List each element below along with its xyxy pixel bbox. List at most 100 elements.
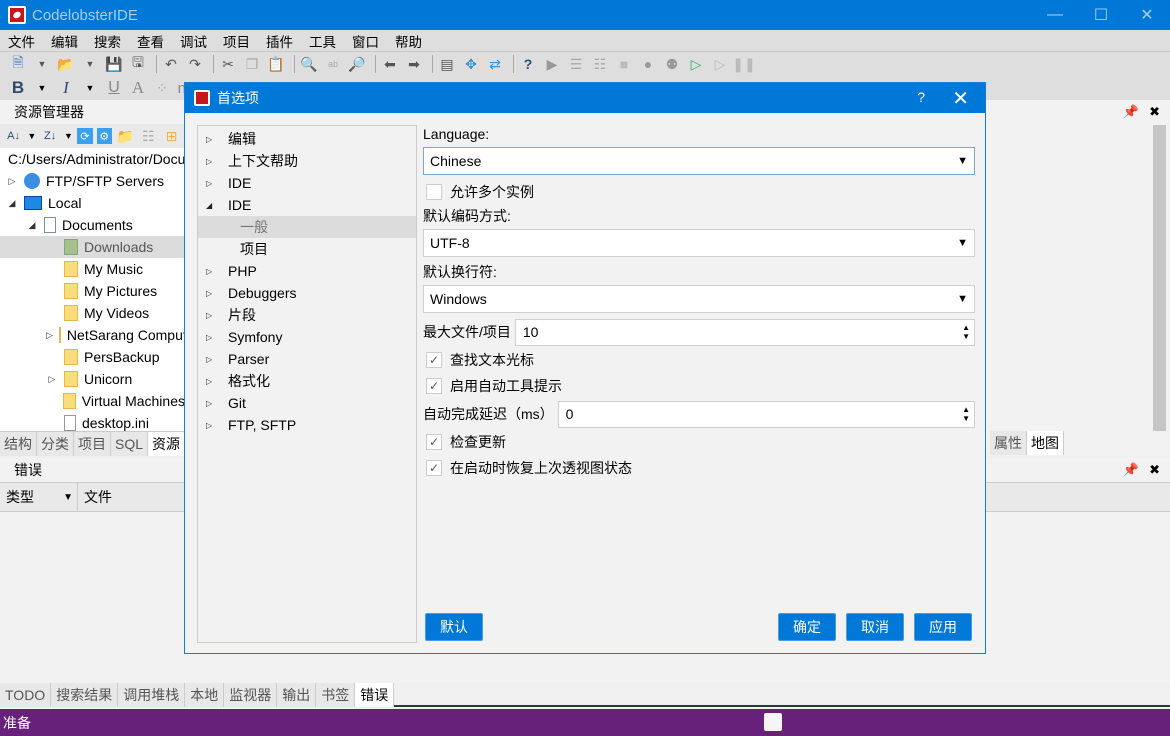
language-select[interactable]: Chinese ▼: [423, 147, 975, 175]
menu-item[interactable]: 编辑: [43, 31, 86, 51]
find-text-cursor-checkbox[interactable]: ✓ 查找文本光标: [423, 347, 975, 373]
nav-item[interactable]: ▷ FTP, SFTP: [198, 414, 416, 436]
tab[interactable]: 属性: [990, 431, 1027, 455]
checkmark-icon[interactable]: ✓: [426, 352, 442, 368]
nav-item[interactable]: ▷ Debuggers: [198, 282, 416, 304]
tree-item[interactable]: Downloads: [0, 236, 185, 258]
tab[interactable]: 监视器: [224, 683, 278, 707]
dropdown-arrow-icon[interactable]: ▼: [32, 79, 52, 97]
new-file-icon[interactable]: 🗎: [8, 54, 28, 73]
find-icon[interactable]: 🔍: [299, 55, 319, 73]
default-button[interactable]: 默认: [425, 613, 483, 641]
expand-arrow-icon[interactable]: ▷: [206, 289, 218, 298]
expand-arrow-icon[interactable]: ▷: [206, 157, 218, 166]
tab[interactable]: TODO: [0, 683, 52, 707]
allow-multiple-instances-checkbox[interactable]: 允许多个实例: [423, 179, 975, 205]
open-location-icon[interactable]: 📁: [116, 127, 135, 145]
cut-icon[interactable]: ✂: [218, 55, 238, 73]
menu-item[interactable]: 插件: [258, 31, 301, 51]
debug-continue-icon[interactable]: ▷: [710, 55, 730, 73]
expand-arrow-icon[interactable]: ▷: [206, 135, 218, 144]
tree-view-icon[interactable]: ⊞: [162, 127, 181, 145]
run-icon[interactable]: ▶: [542, 55, 562, 73]
spin-up-icon[interactable]: ▲: [962, 323, 970, 332]
autocomplete-delay-spinner[interactable]: 0 ▲ ▼: [557, 400, 975, 428]
menu-item[interactable]: 项目: [215, 31, 258, 51]
tree-item[interactable]: ▷ FTP/SFTP Servers: [0, 170, 185, 192]
paste-icon[interactable]: 📋: [266, 55, 286, 73]
back-icon[interactable]: ⬅: [380, 55, 400, 73]
restore-perspective-checkbox[interactable]: ✓ 在启动时恢复上次透视图状态: [423, 455, 975, 481]
stop-icon[interactable]: ■: [614, 55, 634, 73]
expand-arrow-icon[interactable]: ▷: [206, 355, 218, 364]
close-button[interactable]: ✕: [1124, 0, 1170, 30]
tree-item[interactable]: ◢ Documents: [0, 214, 185, 236]
minimize-button[interactable]: —: [1032, 0, 1078, 30]
dropdown-arrow-icon[interactable]: ▼: [27, 127, 37, 145]
dropdown-arrow-icon[interactable]: ▼: [64, 127, 74, 145]
expand-arrow-icon[interactable]: ▷: [6, 176, 18, 187]
tab[interactable]: 调用堆栈: [118, 683, 186, 707]
pin-icon[interactable]: 📌: [1123, 104, 1139, 120]
collapse-arrow-icon[interactable]: ◢: [26, 220, 38, 231]
find-in-files-icon[interactable]: 🔎: [347, 55, 367, 73]
encoding-select[interactable]: UTF-8 ▼: [423, 229, 975, 257]
tab[interactable]: 搜索结果: [51, 683, 119, 707]
sort-asc-icon[interactable]: A↓: [4, 127, 23, 145]
nav-item[interactable]: ▷ 上下文帮助: [198, 150, 416, 172]
settings-icon[interactable]: ⚙: [96, 128, 112, 144]
checkbox-icon[interactable]: [426, 184, 442, 200]
checkmark-icon[interactable]: ✓: [426, 434, 442, 450]
tab[interactable]: 本地: [185, 683, 225, 707]
dropdown-arrow-icon[interactable]: ▼: [80, 79, 100, 97]
tab[interactable]: 地图: [1027, 431, 1064, 455]
tree-item[interactable]: PersBackup: [0, 346, 185, 368]
menu-item[interactable]: 文件: [0, 31, 43, 51]
close-panel-icon[interactable]: ✖: [1149, 104, 1160, 120]
check-updates-checkbox[interactable]: ✓ 检查更新: [423, 429, 975, 455]
nav-item[interactable]: ◢ IDE: [198, 194, 416, 216]
menu-item[interactable]: 工具: [301, 31, 344, 51]
breakpoint-icon[interactable]: ●: [638, 55, 658, 73]
maximize-button[interactable]: ☐: [1078, 0, 1124, 30]
undo-icon[interactable]: ↶: [161, 55, 181, 73]
compare-icon[interactable]: ▤: [437, 55, 457, 73]
expand-arrow-icon[interactable]: ▷: [206, 421, 218, 430]
color-icon[interactable]: ⁘: [152, 79, 172, 97]
tab[interactable]: 书签: [316, 683, 356, 707]
replace-icon[interactable]: ab: [323, 55, 343, 73]
bold-icon[interactable]: B: [8, 78, 28, 97]
tab[interactable]: 输出: [277, 683, 317, 707]
refresh-icon[interactable]: ⟳: [77, 128, 93, 144]
collapse-arrow-icon[interactable]: ◢: [6, 198, 18, 209]
step-over-icon[interactable]: ☰: [566, 55, 586, 73]
help-icon[interactable]: ?: [518, 55, 538, 73]
expand-arrow-icon[interactable]: ▷: [206, 311, 218, 320]
filter-dropdown-icon[interactable]: ▼: [63, 492, 73, 503]
open-folder-icon[interactable]: 📂: [56, 55, 76, 73]
spin-down-icon[interactable]: ▼: [962, 414, 970, 423]
linebreak-select[interactable]: Windows ▼: [423, 285, 975, 313]
tree-item[interactable]: Virtual Machines: [0, 390, 185, 412]
dropdown-arrow-icon[interactable]: ▼: [32, 55, 52, 73]
column-type[interactable]: 类型 ▼: [0, 482, 78, 512]
redo-icon[interactable]: ↷: [185, 55, 205, 73]
tree-item[interactable]: My Videos: [0, 302, 185, 324]
close-panel-icon[interactable]: ✖: [1149, 462, 1160, 478]
expand-icon[interactable]: ✥: [461, 55, 481, 73]
font-icon[interactable]: A: [128, 78, 148, 97]
nav-item[interactable]: ▷ 编辑: [198, 128, 416, 150]
tab[interactable]: SQL: [111, 432, 149, 456]
collapse-arrow-icon[interactable]: ◢: [206, 201, 218, 210]
list-icon[interactable]: ☷: [139, 127, 158, 145]
menu-item[interactable]: 查看: [129, 31, 172, 51]
debug-start-icon[interactable]: ▷: [686, 55, 706, 73]
italic-icon[interactable]: I: [56, 78, 76, 97]
nav-item[interactable]: 一般: [198, 216, 416, 238]
expand-arrow-icon[interactable]: ▷: [206, 333, 218, 342]
dropdown-arrow-icon[interactable]: ▼: [80, 55, 100, 73]
expand-arrow-icon[interactable]: ▷: [206, 267, 218, 276]
tab[interactable]: 资源: [148, 432, 186, 456]
forward-icon[interactable]: ➡: [404, 55, 424, 73]
tree-item[interactable]: My Pictures: [0, 280, 185, 302]
